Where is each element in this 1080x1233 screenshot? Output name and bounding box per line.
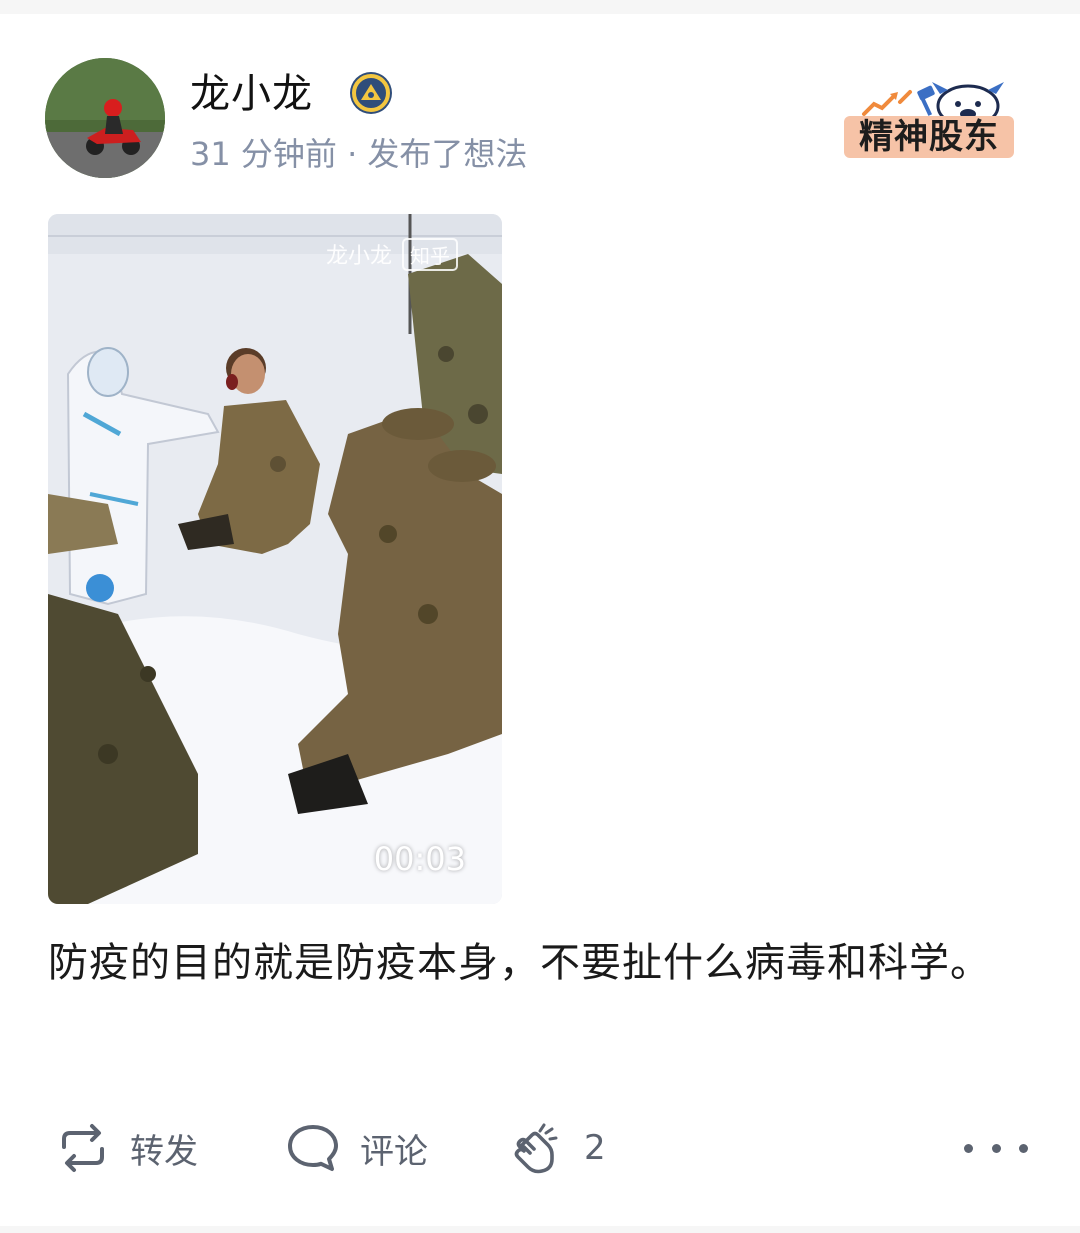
repost-label: 转发 [130,1131,198,1172]
more-options-button[interactable] [964,1128,1028,1168]
comment-button[interactable]: 评论 [284,1118,428,1178]
brand-badge-label: 精神股东 [844,116,1014,158]
clap-button[interactable]: 2 [508,1118,606,1178]
post-body-text[interactable]: 防疫的目的就是防疫本身，不要扯什么病毒和科学。 [48,932,1008,994]
author-name[interactable]: 龙小龙 [190,66,313,122]
video-thumbnail [48,214,502,904]
clap-count: 2 [584,1128,606,1168]
post-meta: 31 分钟前 · 发布了想法 [190,135,528,173]
video-watermark: 龙小龙 知乎 [326,238,459,271]
clap-icon [514,1123,558,1174]
more-dot-icon [964,1143,973,1153]
repost-button[interactable]: 转发 [54,1118,198,1178]
action-bar: 转发 评论 2 [0,1118,1080,1178]
verified-badge-icon [350,72,392,114]
more-dot-icon [991,1143,1001,1153]
repost-icon [62,1124,104,1172]
author-avatar[interactable] [45,58,165,178]
brand-badge[interactable]: 精神股东 [840,72,1018,164]
comment-icon [288,1125,338,1171]
watermark-author: 龙小龙 [326,244,393,269]
post-card: 龙小龙 31 分钟前 · 发布了想法 精神股东 龙小龙 知乎 00:03 防疫的… [0,14,1080,1226]
watermark-site: 知乎 [402,238,459,271]
avatar-image [45,58,165,178]
comment-label: 评论 [360,1131,428,1172]
video-player[interactable]: 龙小龙 知乎 00:03 [48,214,502,904]
video-duration: 00:03 [373,840,466,878]
more-dot-icon [1019,1143,1028,1153]
